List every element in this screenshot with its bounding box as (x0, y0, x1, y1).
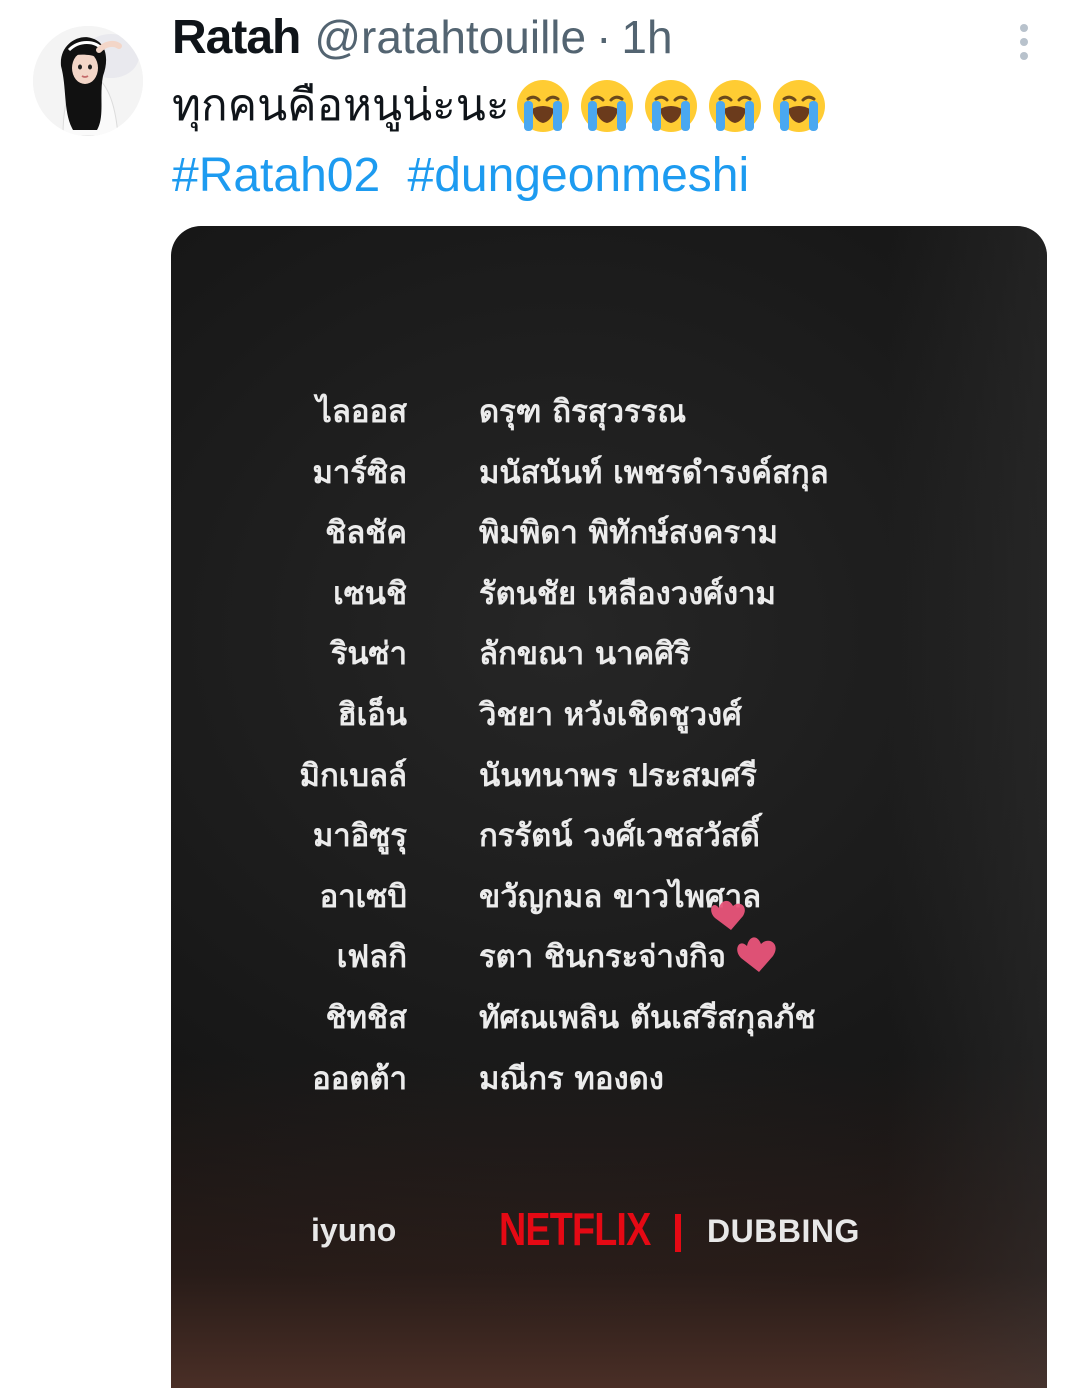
credit-role: ออตต้า (312, 1060, 407, 1097)
credit-role: อาเซบิ (319, 878, 407, 915)
credit-row: ออตต้า มณีกร ทองดง (171, 1053, 1047, 1103)
loudly-crying-face-icon (580, 80, 633, 132)
credit-role: มาอิซูรุ (312, 818, 407, 855)
credit-actor: ลักขณา นาคศิริ (479, 636, 691, 673)
iyuno-logo: iyuno (311, 1212, 397, 1248)
footer-divider (675, 1214, 681, 1252)
hashtag-link[interactable]: #dungeonmeshi (408, 149, 750, 202)
credit-role: ฮิเอ็น (337, 697, 407, 733)
user-handle[interactable]: @ratahtouille (314, 10, 586, 64)
credit-actor: นันทนาพร ประสมศรี (479, 757, 757, 794)
credit-role: มาร์ซิล (312, 454, 407, 491)
tweet[interactable]: Ratah @ratahtouille · 1h ทุกคนคือหนูน่ะน… (0, 0, 1080, 1388)
tweet-header: Ratah @ratahtouille · 1h (172, 10, 673, 70)
credit-role: มิกเบลล์ (299, 757, 407, 794)
loudly-crying-face-icon (644, 80, 697, 132)
separator-dot: · (596, 11, 612, 63)
credit-actor: รตา ชินกระจ่างกิจ (479, 939, 726, 976)
tweet-media-image[interactable]: ไลออส ดรุฑ ถิรสุวรรณมาร์ซิล มนัสนันท์ เพชร… (171, 226, 1047, 1388)
credit-row: ฮิเอ็น วิชยา หวังเชิดชูวงศ์ (171, 689, 1047, 739)
more-vertical-icon (1020, 24, 1028, 32)
avatar[interactable] (33, 26, 143, 136)
more-vertical-icon-dot (1020, 38, 1028, 46)
credit-row: ชิลชัค พิมพิดา พิทักษ์สงคราม (171, 507, 1047, 557)
credit-row: เฟลกิ รตา ชินกระจ่างกิจ (171, 931, 1047, 981)
credit-actor: มนัสนันท์ เพชรดำรงค์สกุล (479, 454, 829, 491)
netflix-logo: NETFLIX (499, 1203, 651, 1255)
credit-role: ชิลชัค (325, 515, 407, 552)
credit-actor: พิมพิดา พิทักษ์สงคราม (479, 515, 778, 552)
loudly-crying-face-icon (708, 80, 761, 132)
credit-actor: ดรุฑ ถิรสุวรรณ (479, 394, 687, 430)
more-vertical-icon-dot (1020, 52, 1028, 60)
credit-row: เซนชิ รัตนชัย เหลืองวงศ์งาม (171, 568, 1047, 618)
profile-photo-icon (33, 26, 143, 136)
credit-role: เซนชิ (333, 575, 407, 612)
credit-row: รินซ่า ลักขณา นาคศิริ (171, 628, 1047, 678)
credit-actor: วิชยา หวังเชิดชูวงศ์ (479, 697, 742, 733)
credit-role: ไลออส (316, 394, 407, 430)
credit-role: รินซ่า (330, 636, 407, 673)
hashtag-list: #Ratah02 #dungeonmeshi (172, 146, 749, 206)
credit-role: ชิทชิส (325, 1000, 407, 1036)
display-name[interactable]: Ratah (172, 10, 301, 65)
pink-hearts-sticker-icon (711, 900, 776, 972)
hashtag-link[interactable]: #Ratah02 (172, 149, 380, 202)
credit-row: อาเซบิ ขวัญกมล ขาวไพศาล (171, 871, 1047, 921)
credit-row: ไลออส ดรุฑ ถิรสุวรรณ (171, 386, 1047, 436)
loudly-crying-face-icon (516, 80, 569, 132)
credit-actor: มณีกร ทองดง (479, 1060, 664, 1097)
credit-actor: ทัศณเพลิน ตันเสรีสกุลภัช (479, 1000, 816, 1036)
credit-row: ชิทชิส ทัศณเพลิน ตันเสรีสกุลภัช (171, 992, 1047, 1042)
dubbing-label: DUBBING (707, 1213, 860, 1249)
tweet-body: ทุกคนคือหนูน่ะนะ (172, 80, 510, 131)
credit-row: มาอิซูรุ กรรัตน์ วงศ์เวชสวัสดิ์ (171, 810, 1047, 860)
timestamp[interactable]: 1h (621, 10, 672, 64)
loudly-crying-face-icon (772, 80, 825, 132)
credit-row: มาร์ซิล มนัสนันท์ เพชรดำรงค์สกุล (171, 447, 1047, 497)
credit-actor: รัตนชัย เหลืองวงศ์งาม (479, 575, 776, 612)
credit-role: เฟลกิ (336, 939, 407, 976)
more-options-button[interactable] (1004, 20, 1044, 64)
tweet-text: ทุกคนคือหนูน่ะนะ (172, 76, 834, 136)
emoji-row (514, 77, 834, 135)
credit-actor: กรรัตน์ วงศ์เวชสวัสดิ์ (479, 818, 760, 855)
credit-row: มิกเบลล์ นันทนาพร ประสมศรี (171, 750, 1047, 800)
